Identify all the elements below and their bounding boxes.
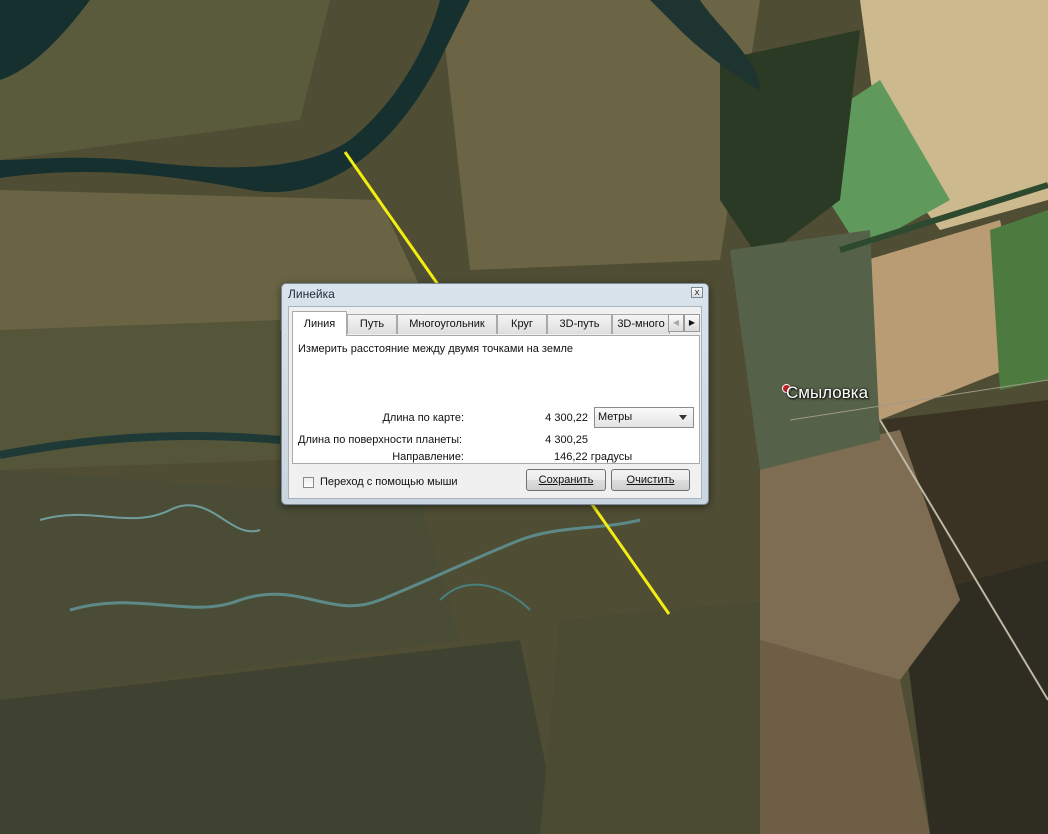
- units-select-value: Метры: [598, 411, 633, 423]
- chevron-down-icon: [679, 415, 687, 420]
- dialog-client-area: Линия Путь Многоугольник Круг 3D-путь 3D…: [288, 306, 702, 499]
- tab-line[interactable]: Линия: [292, 311, 347, 336]
- mouse-navigation-label[interactable]: Переход с помощью мыши: [320, 476, 458, 488]
- heading-label: Направление:: [392, 451, 464, 463]
- dialog-title: Линейка: [288, 287, 335, 301]
- clear-button-label: Очистить: [626, 474, 675, 486]
- tab-panel-line: Измерить расстояние между двумя точками …: [292, 335, 700, 464]
- close-icon[interactable]: x: [691, 287, 703, 298]
- ground-length-value: 4 300,25: [545, 434, 588, 446]
- tool-description: Измерить расстояние между двумя точками …: [298, 343, 574, 355]
- clear-button[interactable]: Очистить: [611, 469, 690, 491]
- place-label[interactable]: Смыловка: [786, 383, 868, 403]
- dialog-footer: Переход с помощью мыши Сохранить Очистит…: [289, 467, 701, 497]
- dialog-titlebar[interactable]: Линейка x: [282, 284, 708, 304]
- save-button-label: Сохранить: [538, 474, 594, 486]
- map-length-value: 4 300,22: [545, 412, 588, 424]
- mouse-navigation-checkbox[interactable]: [303, 477, 314, 488]
- units-select[interactable]: Метры: [594, 407, 694, 428]
- tab-scroll-left-icon[interactable]: ◀: [668, 314, 684, 332]
- tab-circle[interactable]: Круг: [497, 314, 547, 334]
- tab-strip: Линия Путь Многоугольник Круг 3D-путь 3D…: [292, 311, 700, 336]
- ground-length-label: Длина по поверхности планеты:: [298, 434, 463, 446]
- tab-3d-path[interactable]: 3D-путь: [547, 314, 612, 334]
- tab-scroll-right-icon[interactable]: ▶: [684, 314, 700, 332]
- tab-polygon[interactable]: Многоугольник: [397, 314, 497, 334]
- tab-3d-polygon[interactable]: 3D-много: [612, 314, 670, 334]
- heading-value: 146,22 градусы: [554, 451, 633, 463]
- tab-path[interactable]: Путь: [347, 314, 397, 334]
- ruler-dialog: Линейка x Линия Путь Многоугольник Круг …: [281, 283, 709, 505]
- map-length-label: Длина по карте:: [382, 412, 464, 424]
- save-button[interactable]: Сохранить: [526, 469, 606, 491]
